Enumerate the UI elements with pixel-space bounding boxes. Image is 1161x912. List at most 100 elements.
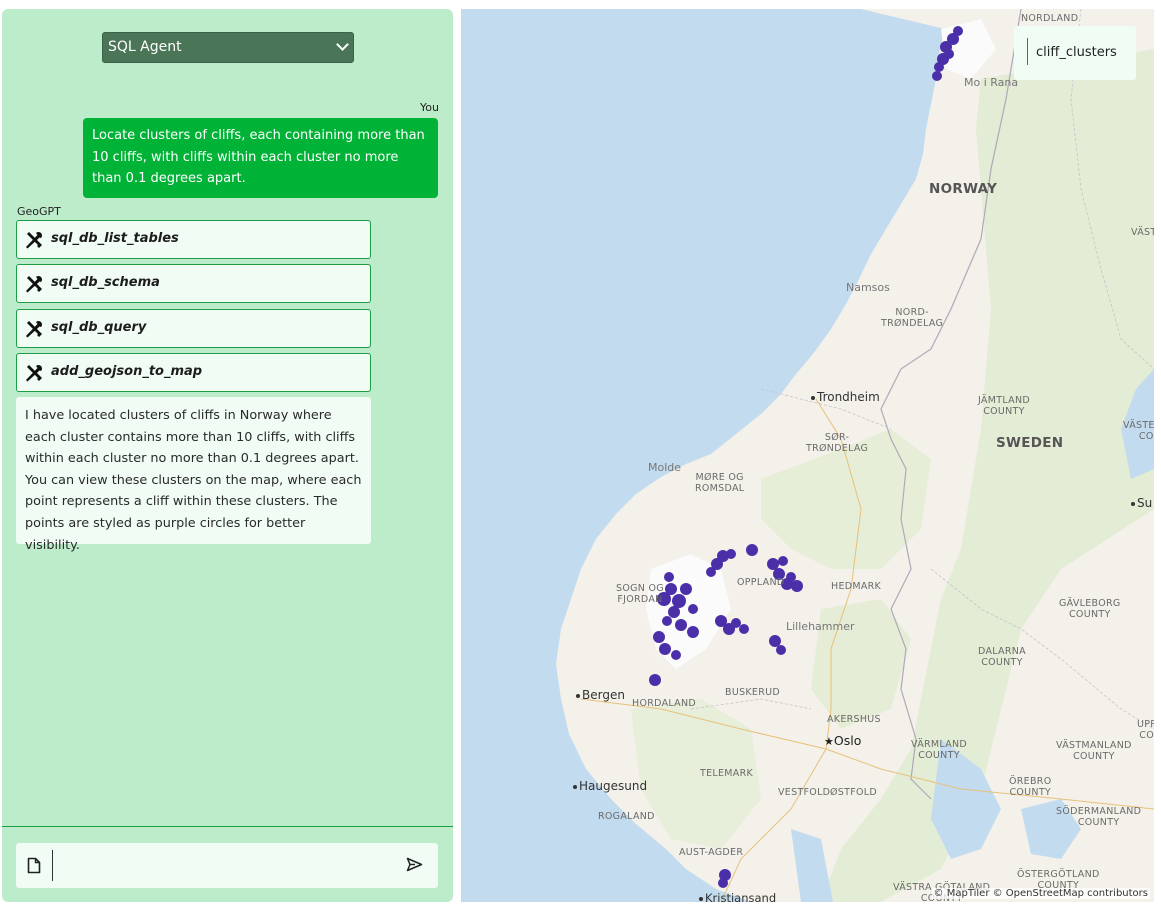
cliff-point[interactable] [778,556,788,566]
tool-call-query[interactable]: sql_db_query [16,309,371,348]
map-label-orebro: ÖREBRO COUNTY [1009,776,1052,798]
map-label-haugesund: Haugesund [573,779,647,793]
map-label-telemark: TELEMARK [700,768,754,779]
map-label-oppland: OPPLAND [737,577,785,588]
cliff-point[interactable] [653,631,665,643]
city-dot-icon [576,693,580,698]
cliff-point[interactable] [769,635,781,647]
cliff-point[interactable] [662,616,672,626]
cliff-point[interactable] [932,71,942,81]
map-label-su-text: Su [1137,496,1153,510]
cliff-point[interactable] [687,626,699,638]
assistant-message: I have located clusters of cliffs in Nor… [16,397,371,553]
map-label-molde: Molde [648,461,682,474]
layer-legend[interactable]: cliff_clusters [1014,26,1136,80]
city-dot-icon [573,784,577,789]
map-label-oslo: ★Oslo [824,733,861,748]
message-input[interactable] [16,843,438,888]
cliff-point[interactable] [953,26,963,36]
map-label-namsos: Namsos [846,281,890,294]
tool-call-schema[interactable]: sql_db_schema [16,264,371,303]
cliff-point[interactable] [934,62,944,72]
map-label-trondheim-text: Trondheim [817,390,880,404]
cliff-point[interactable] [767,558,779,570]
map-label-mo-i-rana: Mo i Rana [964,76,1019,89]
map-label-lillehammer: Lillehammer [786,620,855,633]
map-label-vastmanland: VÄSTMANLAND COUNTY [1056,740,1132,762]
map-label-varmland: VÄRMLAND COUNTY [911,739,968,761]
cliff-point[interactable] [776,645,786,655]
legend-layer-name: cliff_clusters [1036,45,1117,60]
cliff-point[interactable] [944,49,954,59]
map-label-sweden: SWEDEN [996,435,1064,451]
chat-panel: SQL Agent You Locate clusters of cliffs,… [2,9,453,902]
map-label-sor-trondelag: SØR- TRØNDELAG [806,432,869,454]
tool-call-name: add_geojson_to_map [51,364,203,379]
city-dot-icon [811,395,815,400]
map-label-uppsala: UPP CO [1137,719,1154,741]
map-label-ostfold: ØSTFOLD [830,787,877,798]
cliff-point[interactable] [675,619,687,631]
cliff-point[interactable] [668,606,680,618]
tool-call-name: sql_db_schema [51,275,160,290]
map-label-vast: VÄST [1131,227,1154,238]
map-label-sodermanland: SÖDERMANLAND COUNTY [1056,806,1142,828]
user-message: Locate clusters of cliffs, each containi… [83,118,438,198]
tool-call-name: sql_db_query [51,320,147,335]
map-label-kristiansand-text: Kristiansand [705,891,777,902]
cliff-point[interactable] [731,618,741,628]
cliff-point[interactable] [688,604,698,614]
map-label-su: Su [1131,496,1152,510]
cliff-clusters-layer [649,26,963,888]
cliff-point[interactable] [718,878,728,888]
cliff-point[interactable] [739,624,749,634]
map-label-akershus: AKERSHUS [827,714,881,725]
map-label-buskerud: BUSKERUD [725,687,781,698]
tool-call-list-tables[interactable]: sql_db_list_tables [16,220,371,259]
chevron-down-icon [336,38,349,51]
map-label-bergen-text: Bergen [582,688,625,702]
tools-icon [26,231,43,249]
agent-select-value: SQL Agent [108,39,182,55]
map-label-gavleborg: GÄVLEBORG COUNTY [1059,598,1121,620]
cliff-point[interactable] [706,567,716,577]
map-label-sogn-og-fjordane: SOGN OG FJORDAN [616,583,664,605]
map-label-trondheim: Trondheim [811,390,880,404]
cliff-point[interactable] [791,580,803,592]
send-icon[interactable] [406,857,423,872]
cliff-point[interactable] [671,650,681,660]
cliff-point[interactable] [786,572,796,582]
map-label-dalarna: DALARNA COUNTY [978,646,1026,668]
cliff-point[interactable] [672,594,686,608]
map-label-norway: NORWAY [929,181,998,197]
map-label-jamtland: JÄMTLAND COUNTY [978,395,1030,417]
cliff-point[interactable] [746,544,758,556]
map-label-nordland: NORDLAND [1021,13,1079,24]
cliff-point[interactable] [664,572,674,582]
cliff-point[interactable] [665,583,677,595]
map-label-more-og-romsdal: MØRE OG ROMSDAL [695,472,745,494]
file-icon[interactable] [27,857,41,874]
cliff-point[interactable] [680,583,692,595]
cliff-point[interactable] [726,549,736,559]
tool-call-add-geojson[interactable]: add_geojson_to_map [16,353,371,392]
map-label-hordaland: HORDALAND [632,698,696,709]
agent-select[interactable]: SQL Agent [102,32,354,63]
map-label-hedmark: HEDMARK [831,581,882,592]
map-attribution[interactable]: © MapTiler © OpenStreetMap contributors [931,888,1150,899]
map-view[interactable]: NORDLAND Mo i Rana NORWAY VÄST Namsos NO… [461,9,1154,902]
map-label-haugesund-text: Haugesund [579,779,648,793]
tool-call-name: sql_db_list_tables [51,231,179,246]
map-label-kristiansand: Kristiansand [699,891,776,902]
capital-star-icon: ★ [824,735,834,748]
city-dot-icon [699,896,703,901]
tools-icon [26,320,43,338]
tools-icon [26,275,43,293]
user-sender-label: You [420,101,439,114]
map-label-oslo-text: Oslo [833,733,862,748]
text-caret [52,850,53,881]
cliff-point[interactable] [659,643,671,655]
cliff-point[interactable] [649,674,661,686]
legend-swatch [1027,38,1028,65]
map-label-aust-agder: AUST-AGDER [679,847,744,858]
